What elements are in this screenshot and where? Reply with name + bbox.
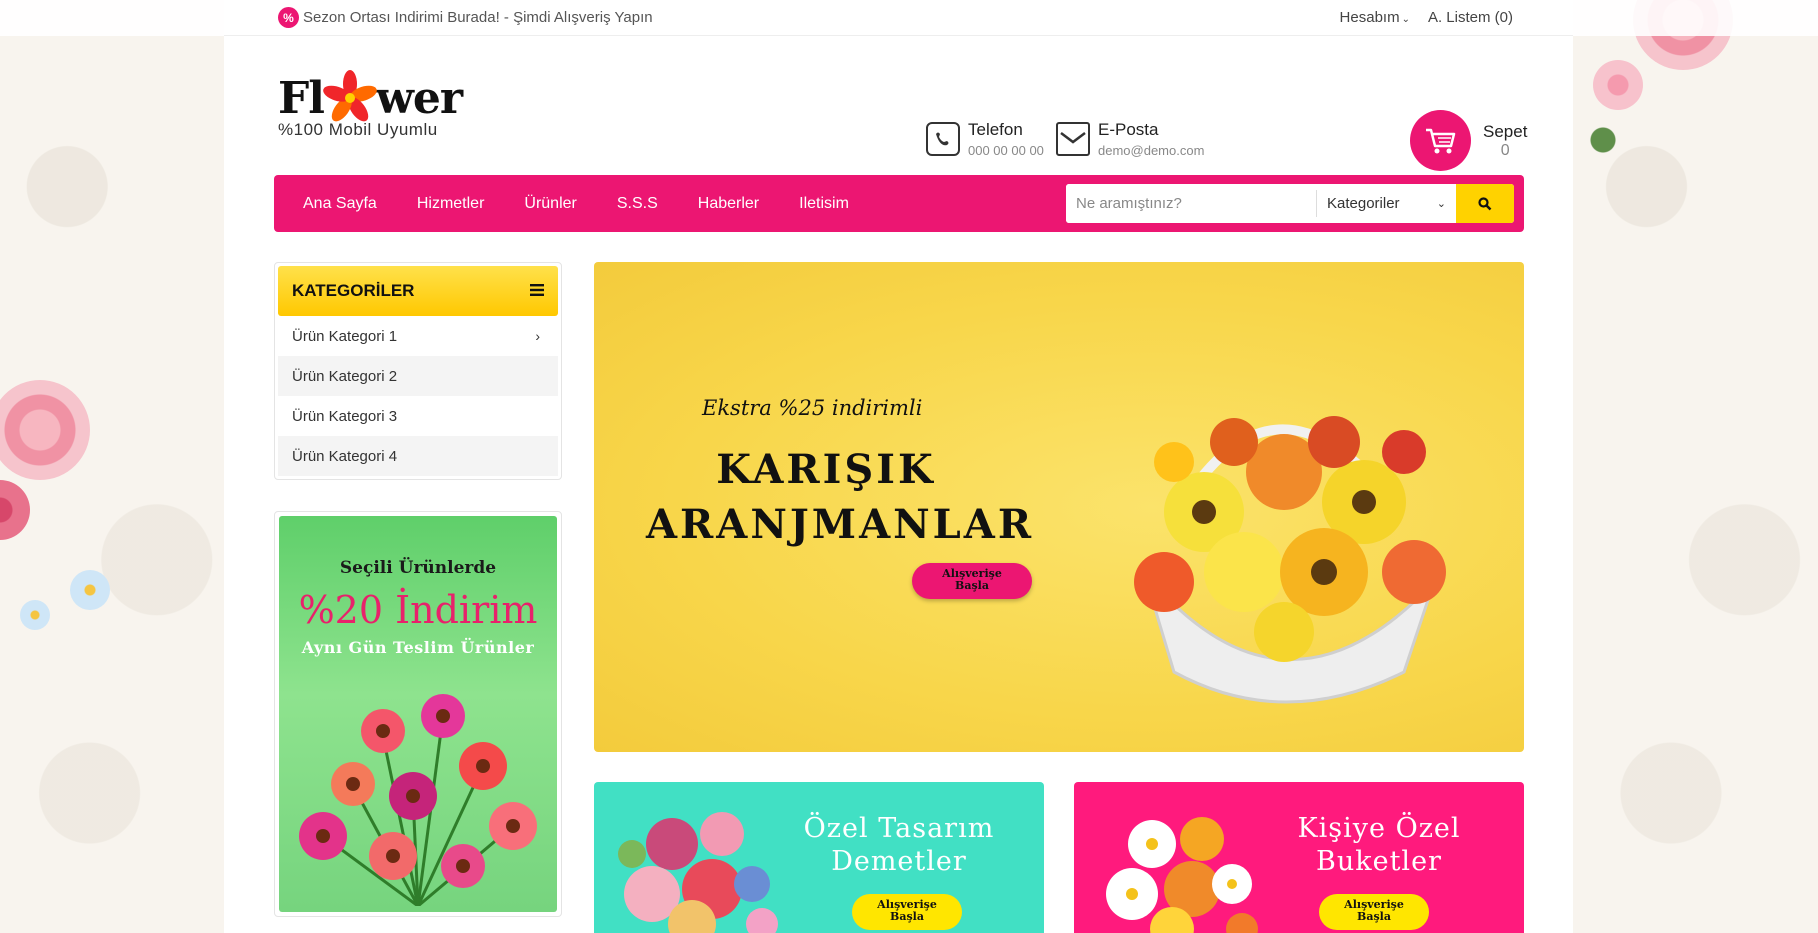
tile-shop-button[interactable]: Alışverişe Başla <box>1319 894 1429 930</box>
logo-text-end: wer <box>375 72 463 124</box>
category-select[interactable]: Kategoriler ⌄ <box>1316 190 1456 217</box>
background-floral-left <box>0 0 224 933</box>
cart-title: Sepet <box>1483 121 1528 141</box>
side-promo-line1: Seçili Ürünlerde <box>339 558 497 578</box>
promo-tile-designs[interactable]: Özel Tasarım Demetler Alışverişe Başla <box>594 782 1044 933</box>
main-navigation: Ana Sayfa Hizmetler Ürünler S.S.S Haberl… <box>274 175 1524 232</box>
chevron-down-icon: ⌄ <box>1401 14 1410 25</box>
category-item[interactable]: Ürün Kategori 2 <box>278 356 558 396</box>
account-menu[interactable]: Hesabım ⌄ <box>1340 9 1410 26</box>
rose-decoration <box>0 480 30 540</box>
side-promo-line2: %20 İndirim <box>298 588 538 632</box>
phone-title: Telefon <box>968 120 1023 139</box>
logo[interactable]: Fl wer %100 Mobil Uyumlu <box>278 70 463 140</box>
menu-icon <box>530 281 544 301</box>
hero-slider[interactable]: Ekstra %25 indirimli KARIŞIK ARANJMANLAR… <box>594 262 1524 752</box>
hero-subtitle: Ekstra %25 indirimli <box>702 396 923 420</box>
tile-title: Özel Tasarım Demetler <box>774 812 1024 878</box>
hero-title: KARIŞIK ARANJMANLAR <box>646 442 1035 552</box>
leaf-decoration <box>1583 120 1623 160</box>
search-icon <box>1478 196 1492 210</box>
search-input[interactable] <box>1066 184 1316 223</box>
rose-decoration <box>1593 60 1643 110</box>
envelope-icon <box>1056 122 1090 156</box>
category-label: Ürün Kategori 2 <box>292 367 398 385</box>
phone-book-icon <box>926 122 960 156</box>
email-contact[interactable]: E-Posta demo@demo.com <box>1056 120 1204 158</box>
tile-title-line2: Buketler <box>1316 846 1442 877</box>
header: Fl wer %100 Mobil Uyumlu Telefon 000 00 … <box>224 36 1573 175</box>
hero-title-line2: ARANJMANLAR <box>646 501 1035 548</box>
flower-decoration <box>20 600 50 630</box>
flower-logo-icon <box>322 70 378 126</box>
sidebar: KATEGORİLER Ürün Kategori 1 › Ürün Kateg… <box>274 262 562 917</box>
nav-item-contact[interactable]: Iletisim <box>779 195 869 213</box>
category-item[interactable]: Ürün Kategori 3 <box>278 396 558 436</box>
shopping-cart-icon <box>1410 110 1471 171</box>
tile-button-line2: Başla <box>1357 910 1391 923</box>
tile-title: Kişiye Özel Buketler <box>1254 812 1504 878</box>
hero-shop-button[interactable]: Alışverişe Başla <box>912 563 1032 599</box>
promo-text: Sezon Ortası Indirimi Burada! - Şimdi Al… <box>303 9 653 26</box>
side-promo-line3: Aynı Gün Teslim Ürünler <box>301 638 535 657</box>
categories-title: KATEGORİLER <box>292 281 415 300</box>
nav-item-services[interactable]: Hizmetler <box>397 195 505 213</box>
chevron-right-icon: › <box>535 328 540 344</box>
gerbera-bouquet-image <box>299 694 537 906</box>
category-label: Ürün Kategori 3 <box>292 407 398 425</box>
promo-tile-bouquets[interactable]: Kişiye Özel Buketler Alışverişe Başla <box>1074 782 1524 933</box>
phone-value: 000 00 00 00 <box>968 143 1044 158</box>
tile-title-line1: Özel Tasarım <box>803 813 995 844</box>
flower-basket-image <box>1134 416 1446 704</box>
phone-contact[interactable]: Telefon 000 00 00 00 <box>926 120 1044 158</box>
category-label: Ürün Kategori 4 <box>292 447 398 465</box>
cart-button[interactable]: Sepet 0 <box>1410 110 1527 171</box>
percent-badge-icon: % <box>278 7 299 28</box>
category-select-label: Kategoriler <box>1327 195 1400 212</box>
category-box: KATEGORİLER Ürün Kategori 1 › Ürün Kateg… <box>274 262 562 480</box>
cart-count: 0 <box>1500 141 1510 159</box>
rose-decoration <box>0 380 90 480</box>
email-value: demo@demo.com <box>1098 143 1205 158</box>
hero-title-line1: KARIŞIK <box>716 446 936 493</box>
logo-text-start: Fl <box>278 72 325 124</box>
nav-item-home[interactable]: Ana Sayfa <box>274 195 397 213</box>
hero-button-line2: Başla <box>955 579 989 592</box>
topbar: % Sezon Ortası Indirimi Burada! - Şimdi … <box>224 0 1573 36</box>
search-button[interactable] <box>1456 184 1514 223</box>
nav-item-news[interactable]: Haberler <box>678 195 779 213</box>
email-title: E-Posta <box>1098 120 1159 139</box>
categories-header[interactable]: KATEGORİLER <box>278 266 558 316</box>
mixed-bouquet-image <box>618 812 778 933</box>
search-bar: Kategoriler ⌄ <box>1066 184 1514 223</box>
side-promo-banner[interactable]: Seçili Ürünlerde %20 İndirim Aynı Gün Te… <box>274 511 562 917</box>
category-item[interactable]: Ürün Kategori 4 <box>278 436 558 476</box>
tile-title-line1: Kişiye Özel <box>1297 813 1461 844</box>
account-label: Hesabım <box>1339 9 1400 26</box>
wishlist-link[interactable]: A. Listem (0) <box>1428 9 1513 26</box>
tile-title-line2: Demetler <box>831 846 967 877</box>
top-links: Hesabım ⌄ A. Listem (0) <box>1340 9 1513 26</box>
side-promo-image: Seçili Ürünlerde %20 İndirim Aynı Gün Te… <box>279 516 557 912</box>
chevron-down-icon: ⌄ <box>1436 198 1446 210</box>
daisy-bouquet-image <box>1106 817 1258 933</box>
category-label: Ürün Kategori 1 <box>292 327 398 345</box>
tile-shop-button[interactable]: Alışverişe Başla <box>852 894 962 930</box>
flower-decoration <box>70 570 110 610</box>
nav-item-faq[interactable]: S.S.S <box>597 195 678 213</box>
tile-button-line2: Başla <box>890 910 924 923</box>
page-container: % Sezon Ortası Indirimi Burada! - Şimdi … <box>224 0 1573 933</box>
category-item[interactable]: Ürün Kategori 1 › <box>278 316 558 356</box>
nav-item-products[interactable]: Ürünler <box>504 195 596 213</box>
background-floral-right <box>1573 0 1818 933</box>
logo-wordmark: Fl wer <box>278 70 463 126</box>
promo-banner[interactable]: % Sezon Ortası Indirimi Burada! - Şimdi … <box>278 7 1340 28</box>
